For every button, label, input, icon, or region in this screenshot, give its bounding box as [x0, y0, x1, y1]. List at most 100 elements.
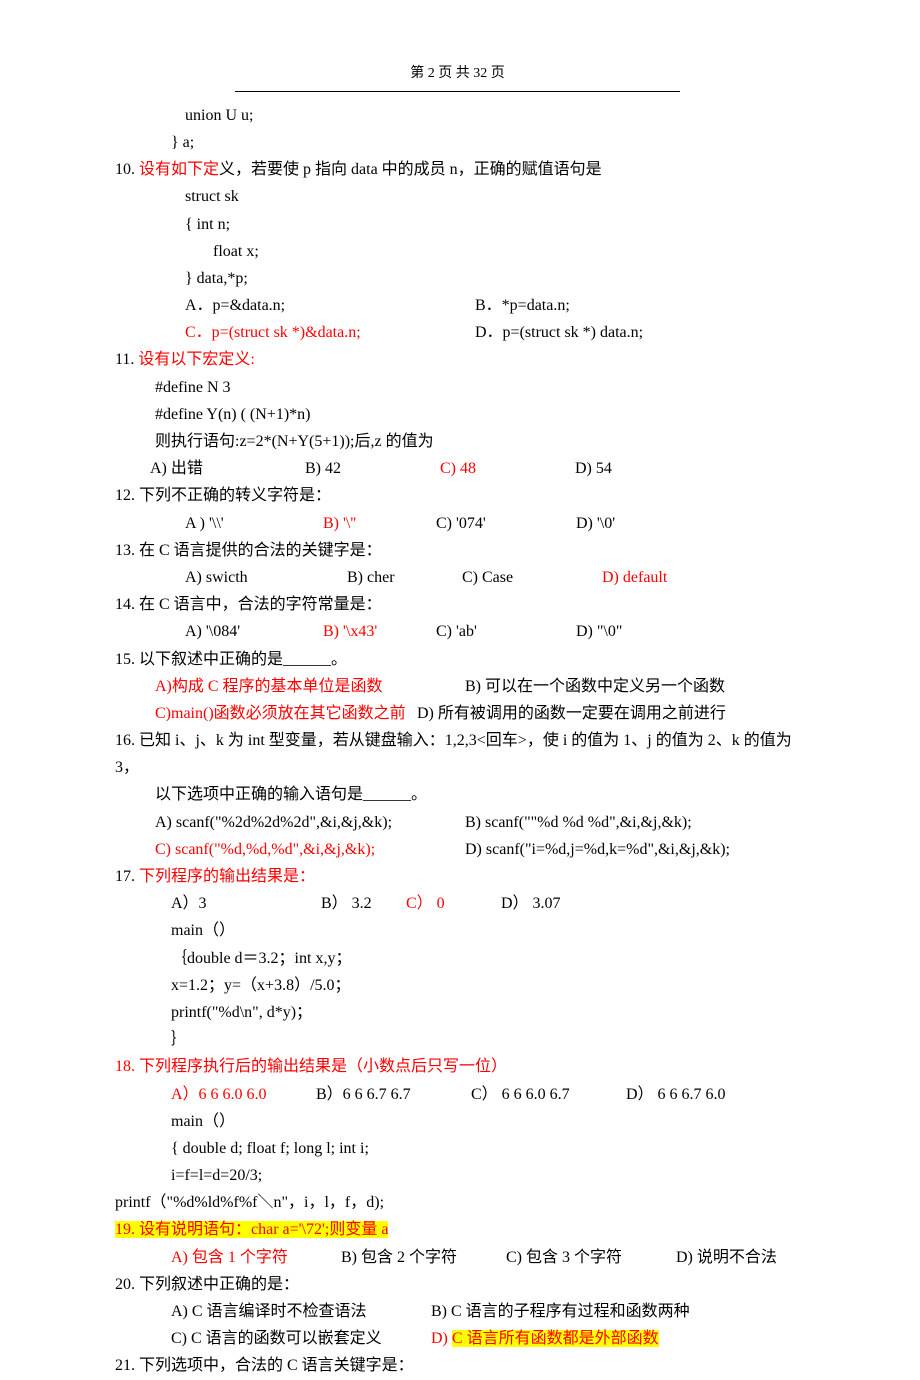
- text: printf("%d\n", d*y)；: [171, 1004, 312, 1021]
- code-line: #define Y(n) ( (N+1)*n): [115, 401, 800, 428]
- code-line: ｝: [115, 1026, 800, 1053]
- option-c: C) '074': [436, 510, 576, 537]
- option-a: A）3: [171, 890, 321, 917]
- text-red: 设有如下定: [139, 161, 219, 178]
- option-d: D) '\0': [576, 515, 615, 532]
- qnum: 17.: [115, 868, 139, 885]
- option-b: B) 可以在一个函数中定义另一个函数: [465, 678, 725, 695]
- option-d-highlighted: C 语言所有函数都是外部函数: [452, 1330, 659, 1347]
- text: struct sk: [185, 188, 239, 205]
- option-b: B) C 语言的子程序有过程和函数两种: [431, 1303, 690, 1320]
- text: printf（"%d%ld%f%f＼n"，i，l，f，d);: [115, 1194, 384, 1211]
- option-a: A) scanf("%2d%2d%2d",&i,&j,&k);: [155, 809, 465, 836]
- question-13: 13. 在 C 语言提供的合法的关键字是：: [115, 537, 800, 564]
- option-c: C) C 语言的函数可以嵌套定义: [171, 1325, 431, 1352]
- question-18: 18. 下列程序执行后的输出结果是（小数点后只写一位）: [115, 1053, 800, 1080]
- question-10: 10. 设有如下定义，若要使 p 指向 data 中的成员 n，正确的赋值语句是: [115, 156, 800, 183]
- text: 下列不正确的转义字符是：: [139, 487, 331, 504]
- option-d: D） 3.07: [501, 895, 561, 912]
- qnum: 14.: [115, 596, 139, 613]
- text: 已知 i、j、k 为 int 型变量，若从键盘输入：1,2,3<回车>，使 i …: [115, 732, 792, 776]
- question-19: 19. 设有说明语句：char a='\72';则变量 a: [115, 1216, 800, 1243]
- option-b: B）6 6 6.7 6.7: [316, 1081, 471, 1108]
- header-rule-right: [458, 91, 680, 92]
- question-21: 21. 下列选项中，合法的 C 语言关键字是：: [115, 1352, 800, 1379]
- option-row: C) scanf("%d,%d,%d",&i,&j,&k);D) scanf("…: [115, 836, 800, 863]
- text: #define Y(n) ( (N+1)*n): [155, 406, 310, 423]
- code-line: #define N 3: [115, 374, 800, 401]
- text: i=f=l=d=20/3;: [171, 1167, 262, 1184]
- text: ｝: [171, 1031, 187, 1048]
- text: float x;: [213, 243, 259, 260]
- option-c: C) Case: [462, 564, 602, 591]
- qnum: 10.: [115, 161, 139, 178]
- qnum: 18.: [115, 1058, 139, 1075]
- text: 义，若要使 p 指向 data 中的成员 n，正确的赋值语句是: [219, 161, 602, 178]
- text: 在 C 语言中，合法的字符常量是：: [139, 596, 382, 613]
- option-a: A）6 6 6.0 6.0: [171, 1081, 316, 1108]
- option-c: C) 'ab': [436, 618, 576, 645]
- option-a: A) 出错: [150, 455, 305, 482]
- question-17: 17. 下列程序的输出结果是：: [115, 863, 800, 890]
- code-line: struct sk: [115, 183, 800, 210]
- text: x=1.2；y=（x+3.8）/5.0；: [171, 977, 351, 994]
- option-a: A．p=&data.n;: [185, 292, 475, 319]
- option-row: A) scanf("%2d%2d%2d",&i,&j,&k);B) scanf(…: [115, 809, 800, 836]
- option-b: B) cher: [347, 564, 462, 591]
- option-d: D) 所有被调用的函数一定要在调用之前进行: [417, 705, 726, 722]
- option-a: A) C 语言编译时不检查语法: [171, 1298, 431, 1325]
- code-line: union U u;: [115, 102, 800, 129]
- option-row: A) C 语言编译时不检查语法B) C 语言的子程序有过程和函数两种: [115, 1298, 800, 1325]
- text: main（）: [171, 1113, 235, 1130]
- option-c: C) scanf("%d,%d,%d",&i,&j,&k);: [155, 836, 465, 863]
- option-row: A．p=&data.n;B．*p=data.n;: [115, 292, 800, 319]
- option-a: A ) '\\': [185, 510, 323, 537]
- option-b: B) '\x43': [323, 618, 436, 645]
- code-line: } data,*p;: [115, 265, 800, 292]
- text: { double d; float f; long l; int i;: [171, 1140, 369, 1157]
- option-d: D) 说明不合法: [676, 1249, 777, 1266]
- text-red: 下列程序执行后的输出结果是（小数点后只写一位）: [139, 1058, 507, 1075]
- option-d: D） 6 6 6.7 6.0: [626, 1086, 726, 1103]
- qnum: 21.: [115, 1357, 139, 1374]
- option-a: A) '\084': [185, 618, 323, 645]
- text: 下列叙述中正确的是：: [139, 1276, 299, 1293]
- text: } a;: [171, 134, 194, 151]
- text-red: 下列程序的输出结果是：: [139, 868, 315, 885]
- option-d: D) default: [602, 569, 667, 586]
- option-b: B) scanf(""%d %d %d",&i,&j,&k);: [465, 814, 692, 831]
- option-row: A) 出错B) 42C) 48D) 54: [115, 455, 800, 482]
- code-line: 则执行语句:z=2*(N+Y(5+1));后,z 的值为: [115, 428, 800, 455]
- code-line: printf("%d\n", d*y)；: [115, 999, 800, 1026]
- code-line: { int n;: [115, 211, 800, 238]
- option-row: A)构成 C 程序的基本单位是函数B) 可以在一个函数中定义另一个函数: [115, 673, 800, 700]
- text: 以下叙述中正确的是______。: [139, 651, 347, 668]
- option-b: B) '\'': [323, 510, 436, 537]
- question-16: 16. 已知 i、j、k 为 int 型变量，若从键盘输入：1,2,3<回车>，…: [115, 727, 800, 781]
- text: 以下选项中正确的输入语句是______。: [155, 786, 427, 803]
- code-line: i=f=l=d=20/3;: [115, 1162, 800, 1189]
- option-d: D．p=(struct sk *) data.n;: [475, 324, 643, 341]
- question-20: 20. 下列叙述中正确的是：: [115, 1271, 800, 1298]
- text: } data,*p;: [185, 270, 248, 287]
- code-line: } a;: [115, 129, 800, 156]
- text-red: 设有以下宏定义:: [138, 351, 254, 368]
- option-c: C) 48: [440, 455, 575, 482]
- question-14: 14. 在 C 语言中，合法的字符常量是：: [115, 591, 800, 618]
- option-c: C） 0: [406, 890, 501, 917]
- option-row: A) '\084'B) '\x43'C) 'ab'D) "\0": [115, 618, 800, 645]
- code-line: float x;: [115, 238, 800, 265]
- question-12: 12. 下列不正确的转义字符是：: [115, 482, 800, 509]
- option-row: C) C 语言的函数可以嵌套定义D) C 语言所有函数都是外部函数: [115, 1325, 800, 1352]
- option-b: B．*p=data.n;: [475, 297, 570, 314]
- option-row: A ) '\\'B) '\''C) '074'D) '\0': [115, 510, 800, 537]
- qnum: 20.: [115, 1276, 139, 1293]
- text: #define N 3: [155, 379, 231, 396]
- page-number: 第 2 页 共 32 页: [410, 66, 505, 81]
- code-line: main（）: [115, 917, 800, 944]
- option-c: C．p=(struct sk *)&data.n;: [185, 319, 475, 346]
- text-line: 以下选项中正确的输入语句是______。: [115, 781, 800, 808]
- option-b: B) 包含 2 个字符: [341, 1244, 506, 1271]
- question-11: 11. 设有以下宏定义:: [115, 346, 800, 373]
- option-a: A) 包含 1 个字符: [171, 1244, 341, 1271]
